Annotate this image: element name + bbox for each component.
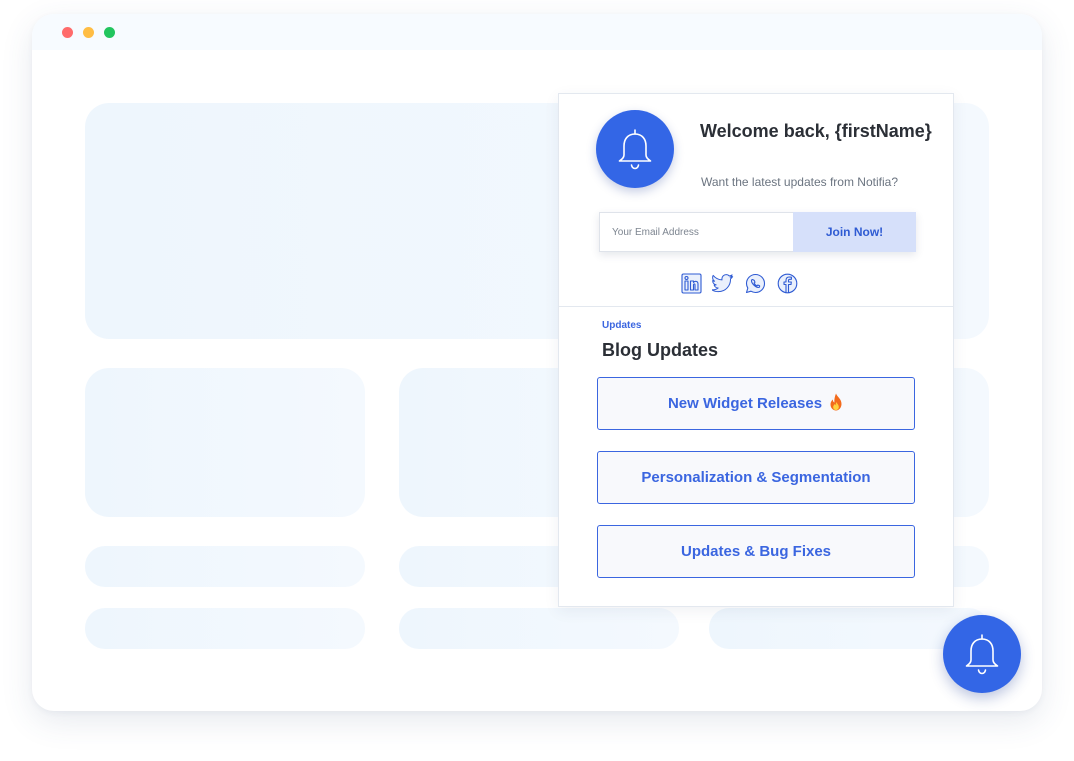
twitter-icon[interactable] [712, 272, 734, 294]
blog-item-label: Personalization & Segmentation [641, 469, 871, 486]
bar-placeholder [85, 546, 365, 587]
blog-updates-title: Blog Updates [602, 340, 719, 360]
notification-widget-panel: Welcome back, {firstName} Want the lates… [558, 93, 954, 607]
bar-placeholder [85, 608, 365, 649]
new-widget-releases-button[interactable]: New Widget Releases [597, 377, 915, 430]
bar-placeholder [399, 608, 679, 649]
window-titlebar [32, 14, 1042, 50]
fire-emoji-icon [828, 393, 844, 415]
window-close-button[interactable] [62, 27, 73, 38]
linkedin-icon[interactable] [680, 272, 702, 294]
blog-item-label: New Widget Releases [667, 395, 823, 412]
window-maximize-button[interactable] [104, 27, 115, 38]
updates-bug-fixes-button[interactable]: Updates & Bug Fixes [597, 525, 915, 578]
notification-bell-fab[interactable] [943, 615, 1021, 693]
welcome-title: Welcome back, {firstName} [700, 121, 932, 141]
bell-icon [596, 110, 674, 188]
personalization-segmentation-button[interactable]: Personalization & Segmentation [597, 451, 915, 504]
email-signup-form: Join Now! [599, 212, 916, 252]
card-placeholder [85, 368, 365, 517]
updates-label: Updates [602, 320, 642, 331]
email-input[interactable] [599, 212, 793, 252]
whatsapp-icon[interactable] [744, 272, 766, 294]
join-now-button[interactable]: Join Now! [793, 212, 916, 252]
social-links [680, 272, 798, 294]
window-minimize-button[interactable] [83, 27, 94, 38]
blog-item-label: Updates & Bug Fixes [680, 543, 832, 560]
bell-icon [965, 634, 999, 675]
tagline-text: Want the latest updates from Notifia? [701, 175, 898, 189]
facebook-icon[interactable] [776, 272, 798, 294]
section-divider [559, 306, 953, 307]
